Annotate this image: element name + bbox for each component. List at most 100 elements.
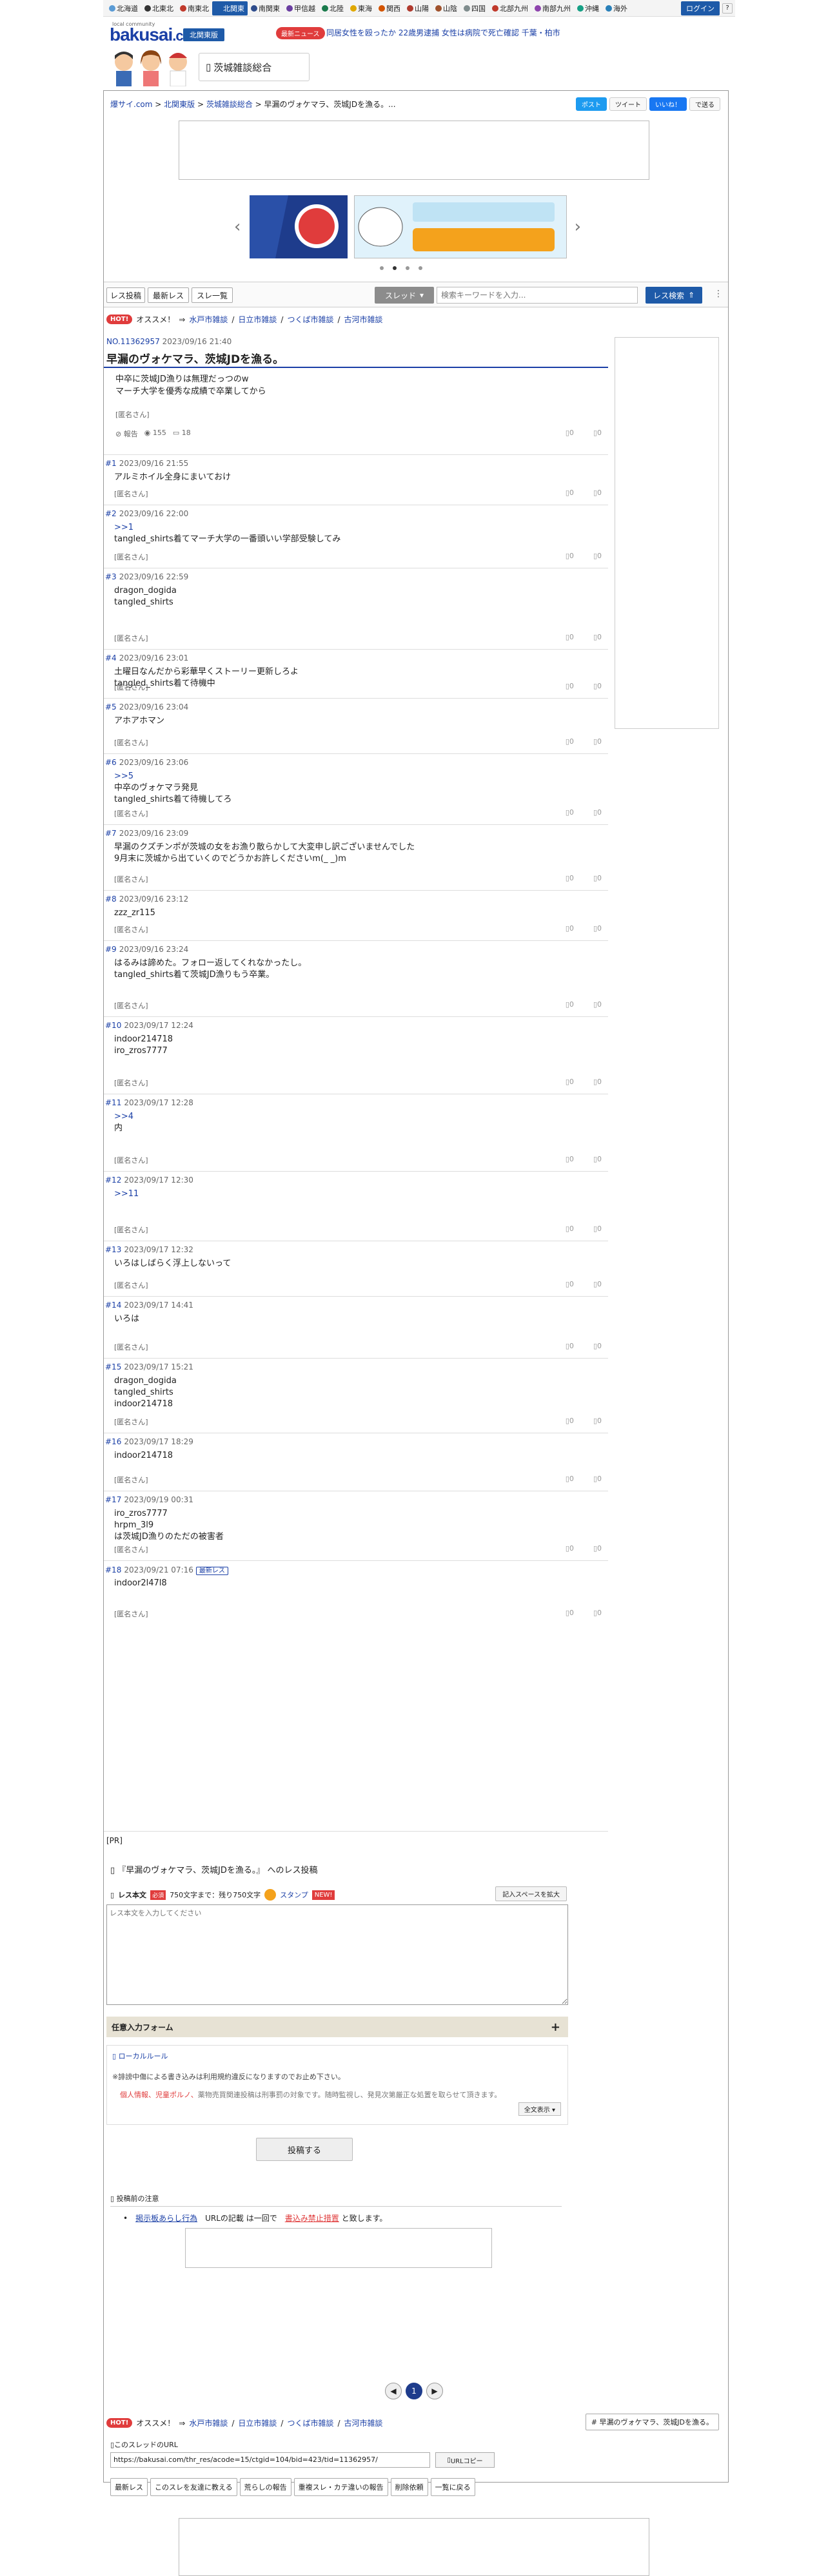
report-link[interactable]: ⊘ 報告 bbox=[115, 429, 138, 439]
side-ad[interactable] bbox=[615, 337, 719, 729]
response-number[interactable]: #9 bbox=[105, 945, 117, 954]
board-title[interactable]: ▯ 茨城雑談総合 bbox=[199, 53, 310, 81]
thumb-up-icon[interactable]: ▯0 bbox=[566, 633, 574, 641]
thumb-down-icon[interactable]: ▯0 bbox=[593, 1544, 602, 1553]
response-number[interactable]: #6 bbox=[105, 758, 117, 767]
response-number[interactable]: #15 bbox=[105, 1362, 121, 1371]
thumb-down-icon[interactable]: ▯0 bbox=[593, 1000, 602, 1009]
response-number[interactable]: #17 bbox=[105, 1495, 121, 1504]
region-tab[interactable]: 沖縄 bbox=[574, 1, 602, 15]
thumb-down-icon[interactable]: ▯0 bbox=[593, 429, 602, 437]
page-current[interactable]: 1 bbox=[406, 2383, 422, 2399]
thumb-down-icon[interactable]: ▯0 bbox=[593, 682, 602, 690]
help-icon[interactable]: ? bbox=[722, 3, 733, 14]
region-tab[interactable]: 北陸 bbox=[319, 1, 347, 15]
thumb-down-icon[interactable]: ▯0 bbox=[593, 924, 602, 933]
response-anchor[interactable]: >>4 bbox=[114, 1111, 133, 1123]
thumb-up-icon[interactable]: ▯0 bbox=[566, 1475, 574, 1483]
next-page-icon[interactable]: ▶ bbox=[426, 2383, 443, 2399]
thumb-down-icon[interactable]: ▯0 bbox=[593, 1155, 602, 1163]
thumb-up-icon[interactable]: ▯0 bbox=[566, 1000, 574, 1009]
response-anchor[interactable]: >>11 bbox=[114, 1188, 139, 1200]
show-full-button[interactable]: 全文表示 ▾ bbox=[518, 2102, 561, 2116]
thumb-down-icon[interactable]: ▯0 bbox=[593, 1280, 602, 1288]
response-anchor[interactable]: >>5 bbox=[114, 771, 232, 782]
region-tab[interactable]: 北海道 bbox=[106, 1, 141, 15]
thumb-up-icon[interactable]: ▯0 bbox=[566, 1342, 574, 1350]
breadcrumb-home[interactable]: 爆サイ.com bbox=[110, 100, 152, 109]
recommend-link[interactable]: 古河市雑談 bbox=[344, 2417, 383, 2428]
region-tab[interactable]: 南関東 bbox=[248, 1, 283, 15]
carousel-dot[interactable] bbox=[393, 266, 397, 270]
recommend-link[interactable]: 水戸市雑談 bbox=[189, 314, 228, 325]
back-to-list-button[interactable]: 一覧に戻る bbox=[430, 2478, 475, 2496]
thumb-up-icon[interactable]: ▯0 bbox=[566, 682, 574, 690]
search-input[interactable] bbox=[437, 287, 638, 304]
login-button[interactable]: ログイン bbox=[681, 1, 720, 15]
search-type-select[interactable]: スレッド ▾ bbox=[375, 287, 434, 304]
thumb-up-icon[interactable]: ▯0 bbox=[566, 1609, 574, 1617]
thumb-up-icon[interactable]: ▯0 bbox=[566, 874, 574, 882]
response-number[interactable]: #3 bbox=[105, 572, 117, 581]
top-ad-banner[interactable] bbox=[179, 121, 649, 180]
area-badge[interactable]: 北関東版 bbox=[183, 28, 224, 41]
region-tab[interactable]: 東海 bbox=[347, 1, 375, 15]
thumb-down-icon[interactable]: ▯0 bbox=[593, 1609, 602, 1617]
thumb-up-icon[interactable]: ▯0 bbox=[566, 1078, 574, 1086]
region-tab[interactable]: 山陰 bbox=[432, 1, 460, 15]
thumb-up-icon[interactable]: ▯0 bbox=[566, 1544, 574, 1553]
url-copy-button[interactable]: ▯ URLコピー bbox=[435, 2452, 495, 2468]
local-rule-title[interactable]: ▯ ローカルルール bbox=[112, 2051, 168, 2061]
tweet-button[interactable]: ツイート bbox=[609, 97, 647, 111]
region-tab[interactable]: 北部九州 bbox=[489, 1, 531, 15]
submit-button[interactable]: 投稿する bbox=[256, 2138, 353, 2161]
stamp-link[interactable]: スタンプ bbox=[280, 1890, 308, 1900]
recommend-link[interactable]: 日立市雑談 bbox=[238, 314, 277, 325]
thread-list-button[interactable]: スレ一覧 bbox=[192, 287, 233, 303]
thumb-up-icon[interactable]: ▯0 bbox=[566, 1225, 574, 1233]
response-number[interactable]: #16 bbox=[105, 1437, 121, 1446]
thumb-up-icon[interactable]: ▯0 bbox=[566, 552, 574, 560]
thumb-down-icon[interactable]: ▯0 bbox=[593, 808, 602, 817]
response-number[interactable]: #8 bbox=[105, 895, 117, 904]
promo-slide-aa[interactable] bbox=[354, 195, 567, 258]
promo-slide-anniversary[interactable] bbox=[250, 195, 348, 258]
recommend-link[interactable]: 古河市雑談 bbox=[344, 314, 383, 325]
thumb-down-icon[interactable]: ▯0 bbox=[593, 633, 602, 641]
carousel-dot[interactable] bbox=[419, 266, 422, 270]
x-post-button[interactable]: ポスト bbox=[576, 97, 607, 111]
thumb-up-icon[interactable]: ▯0 bbox=[566, 489, 574, 497]
like-button[interactable]: いいね！ bbox=[649, 97, 687, 111]
response-number[interactable]: #14 bbox=[105, 1301, 121, 1310]
carousel-next-icon[interactable]: › bbox=[575, 217, 581, 237]
report-duplicate-button[interactable]: 重複スレ・カテ違いの報告 bbox=[293, 2478, 388, 2496]
thumb-up-icon[interactable]: ▯0 bbox=[566, 1417, 574, 1425]
recommend-link[interactable]: 水戸市雑談 bbox=[189, 2417, 228, 2428]
carousel-prev-icon[interactable]: ‹ bbox=[234, 217, 241, 237]
res-post-button[interactable]: レス投稿 bbox=[106, 287, 145, 303]
bottom-latest-res-button[interactable]: 最新レス bbox=[110, 2478, 148, 2496]
response-number[interactable]: #13 bbox=[105, 1245, 121, 1254]
breadcrumb-area[interactable]: 北関東版 bbox=[164, 100, 195, 109]
thumb-down-icon[interactable]: ▯0 bbox=[593, 1078, 602, 1086]
thumb-down-icon[interactable]: ▯0 bbox=[593, 1475, 602, 1483]
thumb-down-icon[interactable]: ▯0 bbox=[593, 489, 602, 497]
carousel-dot[interactable] bbox=[380, 266, 384, 270]
thumb-up-icon[interactable]: ▯0 bbox=[566, 924, 574, 933]
thumb-down-icon[interactable]: ▯0 bbox=[593, 1417, 602, 1425]
region-tab[interactable]: 北関東 bbox=[212, 1, 248, 15]
thumb-down-icon[interactable]: ▯0 bbox=[593, 737, 602, 746]
response-number[interactable]: #4 bbox=[105, 654, 117, 663]
region-tab[interactable]: 四国 bbox=[460, 1, 489, 15]
thread-url-field[interactable]: https://bakusai.com/thr_res/acode=15/ctg… bbox=[110, 2452, 430, 2468]
thumb-up-icon[interactable]: ▯0 bbox=[566, 1155, 574, 1163]
response-number[interactable]: #1 bbox=[105, 459, 117, 468]
region-tab[interactable]: 南東北 bbox=[177, 1, 212, 15]
region-tab[interactable]: 山陽 bbox=[404, 1, 432, 15]
search-button[interactable]: レス検索 ⇑ bbox=[646, 287, 702, 304]
response-number[interactable]: #7 bbox=[105, 829, 117, 838]
recommend-link[interactable]: つくば市雑談 bbox=[287, 2417, 333, 2428]
recommend-link[interactable]: 日立市雑談 bbox=[238, 2417, 277, 2428]
notice-ban-link[interactable]: 書込み禁止措置 bbox=[285, 2214, 339, 2223]
response-number[interactable]: #2 bbox=[105, 509, 117, 518]
